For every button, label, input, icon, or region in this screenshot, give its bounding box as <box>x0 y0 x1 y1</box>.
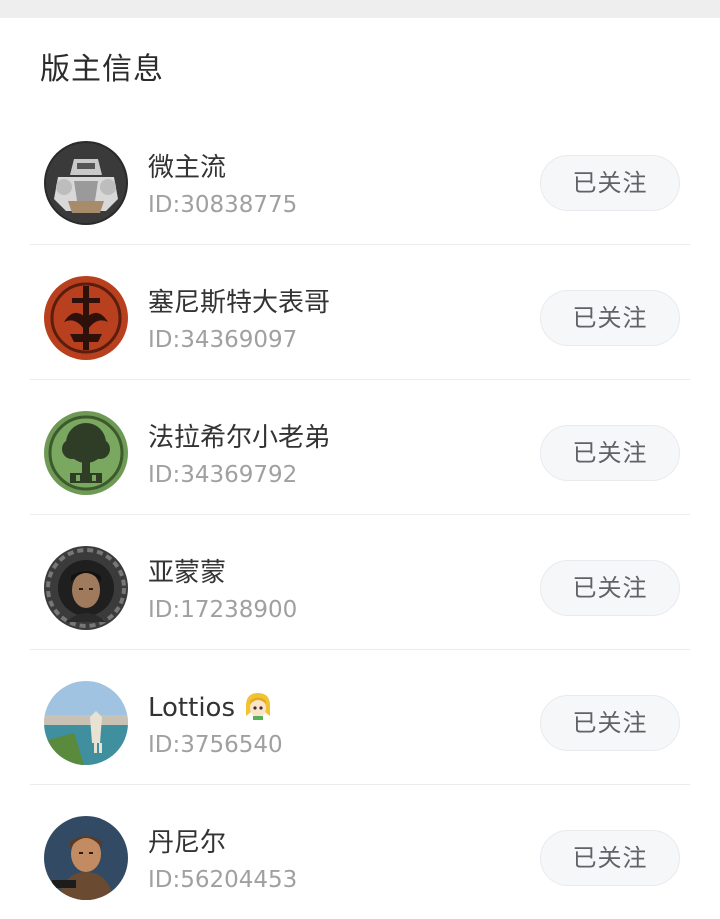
followed-button[interactable]: 已关注 <box>540 560 680 616</box>
section-title: 版主信息 <box>40 52 164 87</box>
moderator-row[interactable]: 亚蒙蒙 ID:17238900 已关注 <box>30 515 690 650</box>
moderator-id: ID:30838775 <box>148 192 298 218</box>
moderator-name: 亚蒙蒙 <box>148 558 227 588</box>
red-sword-emblem-avatar[interactable] <box>44 276 128 360</box>
moderator-name: 塞尼斯特大表哥 <box>148 288 331 318</box>
moderator-row[interactable]: 塞尼斯特大表哥 ID:34369097 已关注 <box>30 245 690 380</box>
followed-button[interactable]: 已关注 <box>540 290 680 346</box>
moderator-id: ID:34369097 <box>148 327 298 353</box>
moderator-name: 法拉希尔小老弟 <box>148 423 331 453</box>
moderator-name: 丹尼尔 <box>148 828 227 858</box>
armor-knight-avatar[interactable] <box>44 141 128 225</box>
landscape-avatar[interactable] <box>44 681 128 765</box>
moderator-row[interactable]: 微主流 ID:30838775 已关注 <box>30 110 690 245</box>
moderator-id: ID:56204453 <box>148 867 298 893</box>
green-tree-emblem-avatar[interactable] <box>44 411 128 495</box>
moderator-id: ID:17238900 <box>148 597 298 623</box>
followed-button[interactable]: 已关注 <box>540 155 680 211</box>
blonde-character-icon <box>243 690 273 730</box>
followed-button[interactable]: 已关注 <box>540 425 680 481</box>
moderator-row[interactable]: Lottios ID:3756540 已关注 <box>30 650 690 785</box>
moderator-row[interactable]: 法拉希尔小老弟 ID:34369792 已关注 <box>30 380 690 515</box>
moderator-row[interactable]: 丹尼尔 ID:56204453 已关注 <box>30 785 690 919</box>
followed-button[interactable]: 已关注 <box>540 830 680 886</box>
medieval-character-avatar[interactable] <box>44 816 128 900</box>
moderator-id: ID:3756540 <box>148 732 283 758</box>
top-divider-strip <box>0 0 720 18</box>
portrait-man-avatar[interactable] <box>44 546 128 630</box>
moderator-id: ID:34369792 <box>148 462 298 488</box>
moderator-name-text: Lottios <box>148 693 236 723</box>
moderator-name: Lottios <box>148 690 273 730</box>
moderator-list: 微主流 ID:30838775 已关注 塞尼斯特大表哥 ID:34369097 … <box>0 110 720 919</box>
moderator-name: 微主流 <box>148 153 227 183</box>
followed-button[interactable]: 已关注 <box>540 695 680 751</box>
